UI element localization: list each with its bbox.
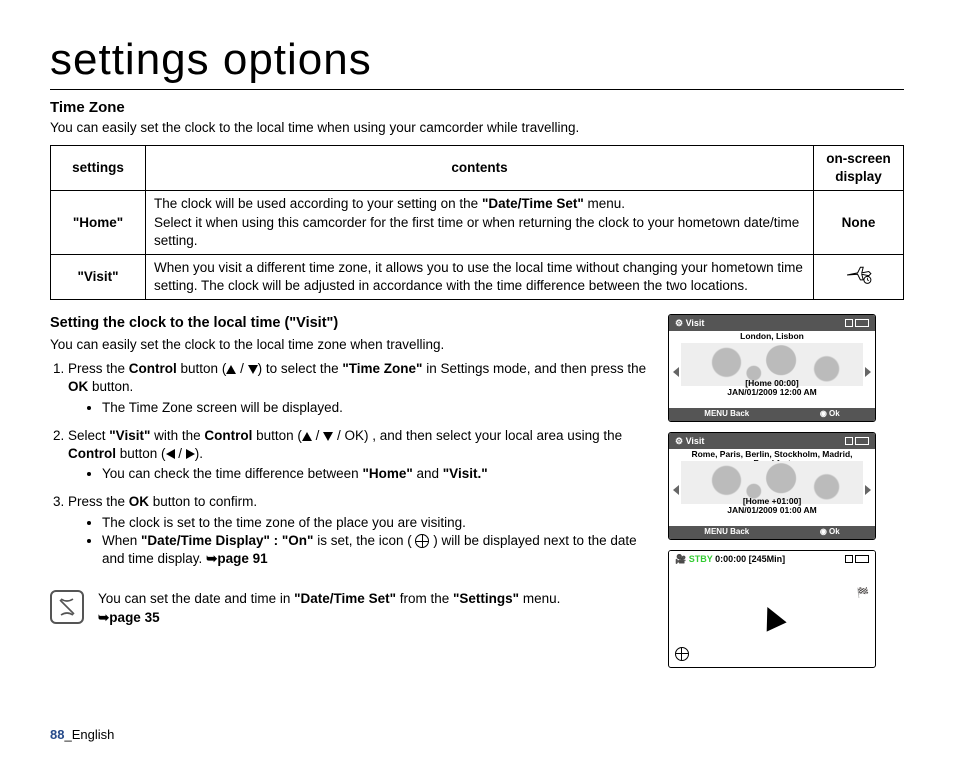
thumb2-title: Visit: [686, 436, 705, 446]
up-triangle-icon: [226, 365, 236, 374]
steps-list: Press the Control button ( / ) to select…: [68, 360, 650, 568]
note: You can set the date and time in "Date/T…: [50, 590, 650, 626]
right-triangle-icon: [186, 449, 195, 459]
note-icon: [50, 590, 84, 624]
plane-clock-icon: [814, 254, 904, 299]
section-heading: Time Zone: [50, 98, 904, 118]
step3-bullet1: The clock is set to the time zone of the…: [102, 514, 650, 532]
down-triangle-icon: [248, 365, 258, 374]
th-contents: contents: [146, 145, 814, 190]
note-text: You can set the date and time in "Date/T…: [98, 590, 560, 626]
compass-icon: [757, 603, 786, 632]
thumb1-title: Visit: [686, 318, 705, 328]
stby-remain: [245Min]: [749, 554, 786, 564]
left-triangle-icon: [166, 449, 175, 459]
left-arrow-icon: [673, 367, 679, 377]
section-intro: You can easily set the clock to the loca…: [50, 119, 904, 137]
step2-bullet: You can check the time difference betwee…: [102, 465, 650, 483]
contents-home: The clock will be used according to your…: [146, 191, 814, 255]
th-display: on-screen display: [814, 145, 904, 190]
thumb1-city: London, Lisbon: [669, 332, 875, 341]
setting-visit: "Visit": [51, 254, 146, 299]
step3-bullet2: When "Date/Time Display" : "On" is set, …: [102, 532, 650, 568]
thumb1-dt: JAN/01/2009 12:00 AM: [669, 388, 875, 397]
globe-small-icon: [675, 647, 689, 662]
right-arrow-icon: [865, 367, 871, 377]
flag-icon: 🏁: [857, 587, 869, 601]
screen-visit-2: ⚙ Visit Rome, Paris, Berlin, Stockholm, …: [668, 432, 876, 540]
subsection-heading: Setting the clock to the local time ("Vi…: [50, 314, 650, 334]
step1-bullet: The Time Zone screen will be displayed.: [102, 399, 650, 417]
contents-visit: When you visit a different time zone, it…: [146, 254, 814, 299]
page-lang: _English: [64, 727, 114, 742]
thumb2-dt: JAN/01/2009 01:00 AM: [669, 506, 875, 515]
stby-label: STBY: [689, 554, 713, 564]
up-triangle-icon: [302, 432, 312, 441]
globe-clock-icon: [415, 534, 429, 548]
page-footer: 88_English: [50, 726, 114, 744]
display-home: None: [814, 191, 904, 255]
step-2: Select "Visit" with the Control button (…: [68, 427, 650, 484]
step-3: Press the OK button to confirm. The cloc…: [68, 493, 650, 568]
step-1: Press the Control button ( / ) to select…: [68, 360, 650, 417]
stby-time: 0:00:00: [715, 554, 746, 564]
screen-stby: 🎥 STBY 0:00:00 [245Min] 🏁: [668, 550, 876, 668]
right-arrow-icon: [865, 485, 871, 495]
table-row: "Visit" When you visit a different time …: [51, 254, 904, 299]
table-row: "Home" The clock will be used according …: [51, 191, 904, 255]
th-settings: settings: [51, 145, 146, 190]
down-triangle-icon: [323, 432, 333, 441]
screen-visit-1: ⚙ Visit London, Lisbon [Home 00:00] JAN/…: [668, 314, 876, 422]
left-arrow-icon: [673, 485, 679, 495]
page-number: 88: [50, 727, 64, 742]
timezone-table: settings contents on-screen display "Hom…: [50, 145, 904, 301]
setting-home: "Home": [51, 191, 146, 255]
page-title: settings options: [50, 30, 904, 90]
subsection-intro: You can easily set the clock to the loca…: [50, 336, 650, 354]
